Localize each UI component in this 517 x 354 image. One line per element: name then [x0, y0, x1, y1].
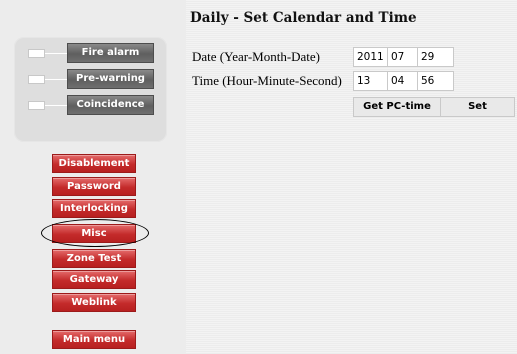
minute-input[interactable] — [387, 71, 418, 91]
status-row-pre-warning: Pre-warning — [14, 69, 167, 89]
hour-input[interactable] — [353, 71, 388, 91]
status-row-coincidence: Coincidence — [14, 95, 167, 115]
page-title: Daily - Set Calendar and Time — [190, 10, 417, 26]
time-label: Time (Hour-Minute-Second) — [192, 73, 342, 88]
main-menu-button[interactable]: Main menu — [52, 330, 136, 349]
menu-button-disablement[interactable]: Disablement — [52, 154, 136, 173]
left-panel: Fire alarm Pre-warning Coincidence Disab… — [0, 0, 186, 354]
indicator-connector — [45, 105, 67, 106]
set-button[interactable]: Set — [440, 97, 515, 117]
pre-warning-label: Pre-warning — [67, 69, 154, 89]
second-input[interactable] — [417, 71, 454, 91]
main-panel: Daily - Set Calendar and Time Date (Year… — [186, 0, 517, 354]
year-input[interactable] — [353, 47, 388, 67]
menu-button-interlocking[interactable]: Interlocking — [52, 199, 136, 218]
menu-button-zone-test[interactable]: Zone Test — [52, 249, 136, 268]
coincidence-indicator-icon — [28, 101, 45, 110]
get-pc-time-button[interactable]: Get PC-time — [353, 97, 441, 117]
menu-button-misc[interactable]: Misc — [52, 224, 136, 243]
date-label: Date (Year-Month-Date) — [192, 49, 321, 64]
status-row-fire-alarm: Fire alarm — [14, 43, 167, 63]
fire-alarm-indicator-icon — [28, 49, 45, 58]
indicator-connector — [45, 53, 67, 54]
pre-warning-indicator-icon — [28, 75, 45, 84]
coincidence-label: Coincidence — [67, 95, 154, 115]
menu-button-weblink[interactable]: Weblink — [52, 293, 136, 312]
menu-button-gateway[interactable]: Gateway — [52, 270, 136, 289]
month-input[interactable] — [387, 47, 418, 67]
status-panel: Fire alarm Pre-warning Coincidence — [14, 37, 167, 142]
day-input[interactable] — [417, 47, 454, 67]
indicator-connector — [45, 79, 67, 80]
fire-alarm-label: Fire alarm — [67, 43, 154, 63]
menu-button-password[interactable]: Password — [52, 177, 136, 196]
